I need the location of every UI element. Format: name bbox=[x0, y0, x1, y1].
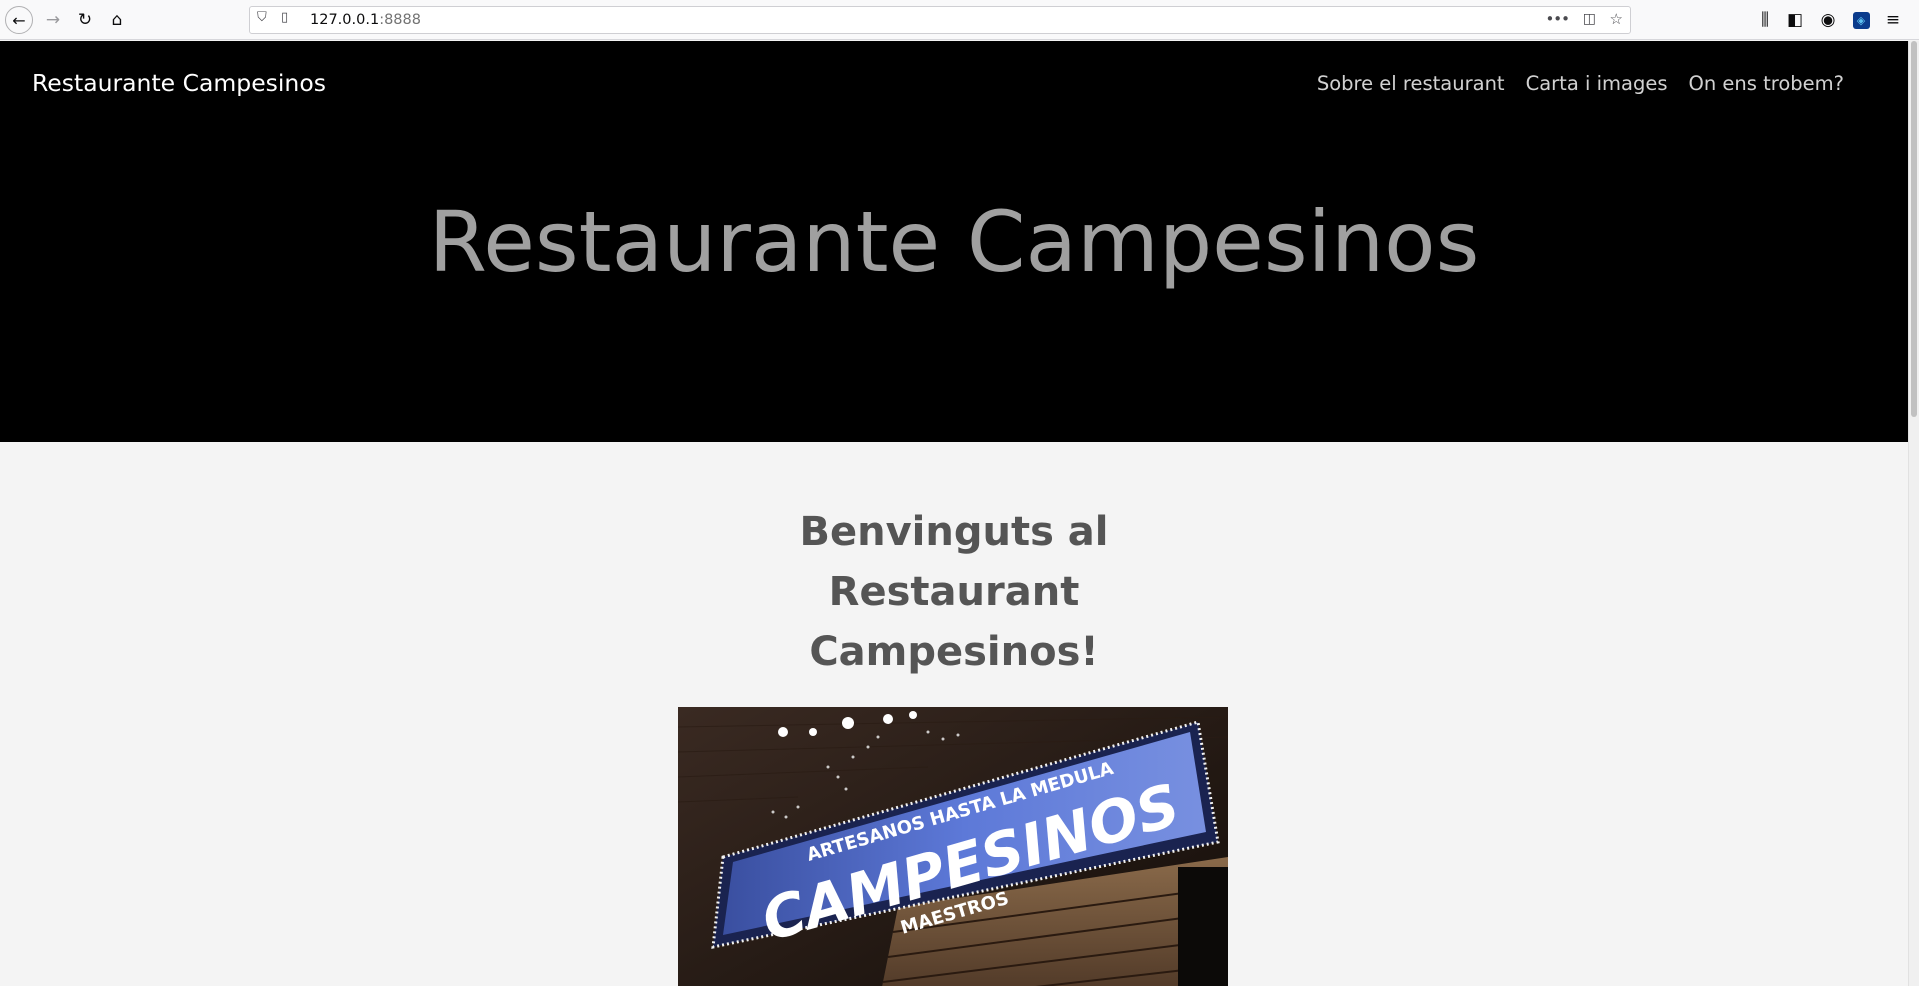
sidebar-icon[interactable]: ◧ bbox=[1782, 7, 1808, 33]
main-nav: Sobre el restaurant Carta i images On en… bbox=[1317, 72, 1844, 95]
url-bar[interactable]: ⛉ ▯ 127.0.0.1:8888 ••• ◫ ☆ bbox=[249, 6, 1631, 34]
nav-link-carta[interactable]: Carta i images bbox=[1526, 72, 1668, 95]
back-icon[interactable]: ← bbox=[5, 6, 33, 34]
restaurant-sign-image: ARTESANOS HASTA LA MEDULA CAMPESINOS MAE… bbox=[678, 707, 1228, 986]
browser-toolbar: ← → ↻ ⌂ ⛉ ▯ 127.0.0.1:8888 ••• ◫ ☆ ⫼ ◧ ◉… bbox=[0, 0, 1919, 40]
library-icon[interactable]: ⫼ bbox=[1752, 7, 1778, 33]
welcome-section: Benvinguts al Restaurant Campesinos! bbox=[0, 502, 1908, 682]
url-port: :8888 bbox=[379, 12, 421, 28]
vertical-scrollbar[interactable] bbox=[1908, 41, 1919, 986]
menu-icon[interactable]: ≡ bbox=[1880, 7, 1906, 33]
forward-icon[interactable]: → bbox=[40, 7, 66, 33]
page-viewport: Restaurante Campesinos Sobre el restaura… bbox=[0, 41, 1908, 986]
tracking-shield-icon[interactable]: ⛉ bbox=[257, 10, 267, 25]
pocket-icon[interactable]: ◫ bbox=[1583, 11, 1596, 27]
page-actions-icon[interactable]: ••• bbox=[1545, 10, 1570, 28]
restaurant-photo: ARTESANOS HASTA LA MEDULA CAMPESINOS MAE… bbox=[678, 707, 1228, 986]
nav-link-ubicacio[interactable]: On ens trobem? bbox=[1688, 72, 1844, 95]
reload-icon[interactable]: ↻ bbox=[72, 7, 98, 33]
hero-header: Restaurante Campesinos Sobre el restaura… bbox=[0, 41, 1908, 442]
nav-link-sobre[interactable]: Sobre el restaurant bbox=[1317, 72, 1505, 95]
account-icon[interactable]: ◉ bbox=[1815, 7, 1841, 33]
home-icon[interactable]: ⌂ bbox=[104, 7, 130, 33]
extension-icon[interactable]: ◈ bbox=[1848, 7, 1874, 33]
scrollbar-thumb[interactable] bbox=[1911, 41, 1917, 417]
welcome-heading: Benvinguts al Restaurant Campesinos! bbox=[799, 509, 1109, 675]
url-text[interactable]: 127.0.0.1:8888 bbox=[310, 12, 421, 28]
brand-link[interactable]: Restaurante Campesinos bbox=[32, 69, 326, 97]
page-info-icon[interactable]: ▯ bbox=[281, 10, 288, 25]
hero-title: Restaurante Campesinos bbox=[428, 193, 1480, 291]
bookmark-star-icon[interactable]: ☆ bbox=[1610, 10, 1623, 28]
url-host: 127.0.0.1 bbox=[310, 12, 380, 28]
